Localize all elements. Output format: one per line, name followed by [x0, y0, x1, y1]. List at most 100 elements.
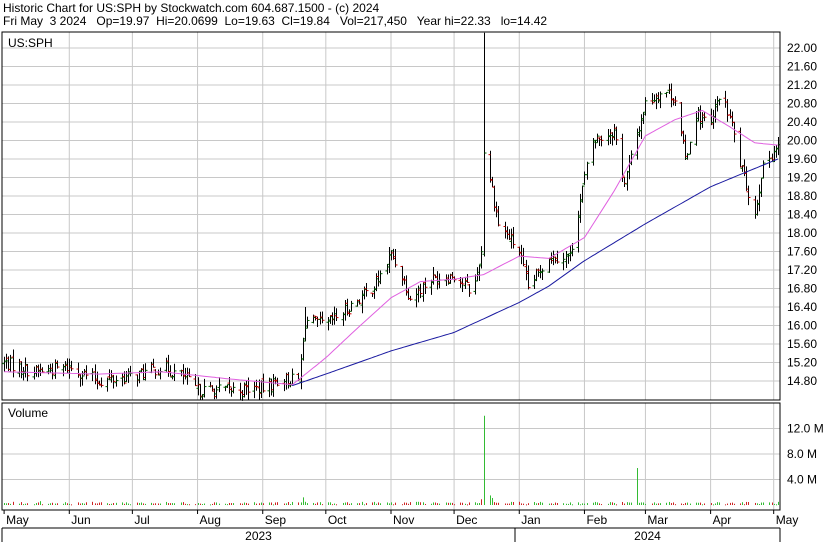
volume-bar — [540, 501, 541, 505]
volume-bar — [151, 502, 152, 505]
stockwatch-historic-chart: Historic Chart for US:SPH by Stockwatch.… — [0, 0, 830, 543]
volume-bar — [553, 503, 554, 505]
volume-bar — [389, 503, 390, 505]
volume-bar — [687, 502, 688, 505]
price-tick-label: 21.20 — [787, 78, 817, 92]
volume-bar — [509, 503, 510, 505]
volume-bar — [730, 502, 731, 505]
volume-bar — [284, 503, 285, 505]
volume-bar — [727, 503, 728, 505]
volume-bar — [690, 503, 691, 505]
volume-bar — [71, 504, 72, 506]
volume-bar — [317, 502, 318, 505]
year-label-2024: 2024 — [634, 529, 661, 543]
volume-bar — [549, 503, 550, 505]
volume-bar — [181, 502, 182, 505]
volume-bar — [107, 503, 108, 505]
volume-bar — [696, 502, 697, 505]
volume-bar — [732, 502, 733, 505]
volume-bar — [431, 503, 432, 505]
volume-bar — [315, 503, 316, 505]
volume-bar — [469, 502, 470, 505]
volume-bar — [685, 502, 686, 505]
volume-bar — [513, 502, 514, 505]
price-tick-label: 20.40 — [787, 115, 817, 129]
price-volume-chart: 14.80 15.20 15.60 16.00 16.40 16.80 17.20 17.60… — [1, 31, 824, 543]
price-tick-label: 19.20 — [787, 171, 817, 185]
volume-bar — [320, 502, 321, 505]
volume-bar — [660, 503, 661, 505]
volume-bar — [372, 502, 373, 505]
volume-bar — [189, 504, 190, 506]
volume-bar — [374, 501, 375, 505]
volume-bar — [536, 503, 537, 505]
volume-bar — [658, 503, 659, 505]
volume-bar — [269, 502, 270, 505]
volume-bar — [521, 503, 522, 505]
price-tick-label: 20.80 — [787, 97, 817, 111]
time-axis: May Jun Jul Aug Sep Oct Nov Dec Jan Feb Mar Apr May 2… — [1, 510, 798, 543]
volume-bar — [526, 504, 527, 506]
volume-bar — [681, 503, 682, 505]
volume-bar — [97, 503, 98, 505]
volume-bar — [698, 502, 699, 505]
volume-bar — [322, 504, 323, 506]
volume-bar — [511, 501, 512, 505]
volume-bar — [492, 497, 493, 505]
volume-bar — [467, 504, 468, 506]
volume-bar — [38, 502, 39, 505]
volume-bar — [240, 503, 241, 505]
price-tick-label: 22.00 — [787, 41, 817, 55]
volume-bar — [229, 502, 230, 505]
volume-bar — [244, 502, 245, 505]
volume-bar — [27, 503, 28, 505]
volume-bar — [477, 503, 478, 505]
volume-bar — [137, 502, 138, 505]
volume-bar — [50, 503, 51, 505]
volume-bar — [507, 503, 508, 505]
price-tick-label: 17.20 — [787, 263, 817, 277]
volume-bar — [113, 503, 114, 505]
volume-bar — [479, 503, 480, 505]
price-tick-label: 16.00 — [787, 319, 817, 333]
volume-bar — [484, 415, 485, 505]
volume-bar — [601, 504, 602, 506]
volume-bar — [608, 503, 609, 505]
month-label: Jun — [71, 513, 90, 527]
volume-bar — [292, 501, 293, 505]
volume-bar — [593, 502, 594, 505]
volume-bar — [631, 502, 632, 505]
volume-bar — [778, 501, 779, 505]
price-tick-label: 18.00 — [787, 226, 817, 240]
volume-bar — [719, 502, 720, 505]
volume-bar — [347, 502, 348, 505]
volume-bar — [406, 502, 407, 505]
volume-bar — [263, 503, 264, 505]
volume-bar — [639, 502, 640, 505]
symbol-label: US:SPH — [8, 36, 53, 50]
volume-bar — [378, 502, 379, 505]
volume-bar — [582, 503, 583, 505]
volume-bar — [122, 502, 123, 505]
volume-tick-label: 8.0 M — [787, 447, 817, 461]
volume-bar — [345, 502, 346, 505]
price-tick-label: 16.40 — [787, 300, 817, 314]
volume-bar — [597, 502, 598, 505]
volume-bar — [572, 504, 573, 506]
volume-bar — [395, 502, 396, 505]
volume-bar — [774, 503, 775, 505]
volume-bar — [748, 502, 749, 505]
volume-bar — [759, 504, 760, 506]
volume-bar — [233, 503, 234, 505]
volume-bar — [460, 502, 461, 505]
volume-bar — [204, 503, 205, 505]
volume-bar — [4, 503, 5, 505]
volume-bar — [116, 502, 117, 505]
volume-bar — [669, 501, 670, 505]
volume-bar — [494, 502, 495, 505]
volume-bar — [610, 502, 611, 505]
volume-bar — [393, 504, 394, 506]
month-label: Dec — [456, 513, 477, 527]
volume-bar — [55, 503, 56, 505]
volume-bar — [183, 502, 184, 505]
